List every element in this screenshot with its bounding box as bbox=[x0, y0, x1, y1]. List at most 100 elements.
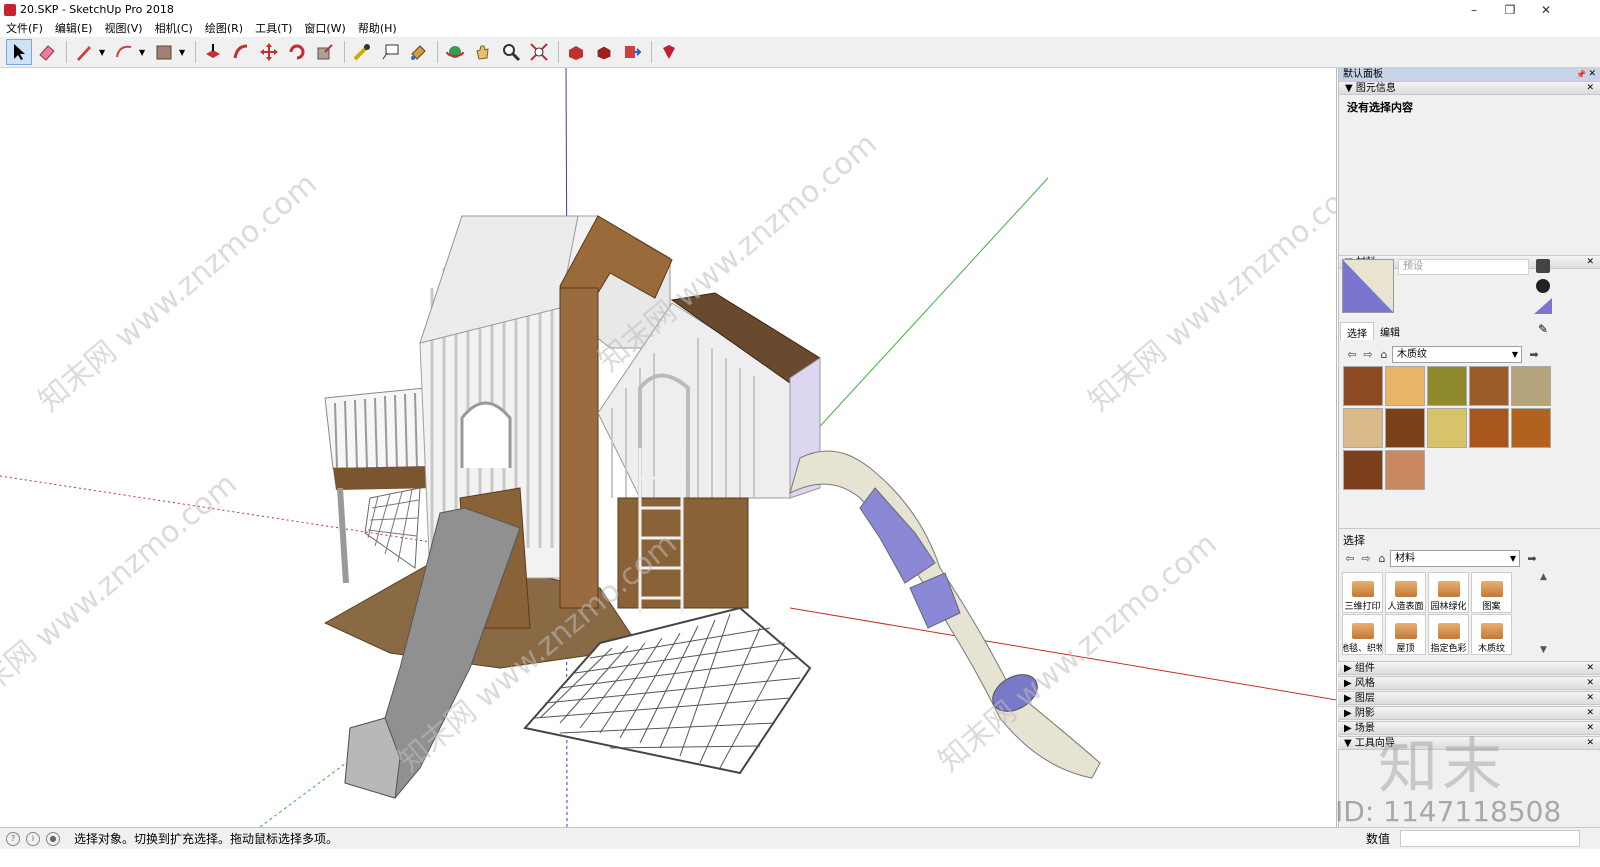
components-title: 组件 bbox=[1354, 663, 1375, 674]
panel-close-icon[interactable]: ✕ bbox=[1586, 737, 1594, 750]
material-folder[interactable]: 图案 bbox=[1471, 572, 1512, 613]
details-arrow-icon[interactable]: ➡ bbox=[1526, 346, 1542, 362]
tab-select[interactable]: 选择 bbox=[1340, 322, 1374, 340]
arc-dropdown-icon[interactable]: ▼ bbox=[139, 48, 147, 57]
panel-close-icon[interactable]: ✕ bbox=[1586, 662, 1594, 675]
model-canvas[interactable] bbox=[0, 68, 1337, 827]
material-folder[interactable]: 屋顶 bbox=[1385, 614, 1426, 655]
material-swatch[interactable] bbox=[1427, 366, 1467, 406]
material-swatch[interactable] bbox=[1343, 366, 1383, 406]
panel-close-icon[interactable]: ✕ bbox=[1586, 692, 1594, 705]
material-swatch[interactable] bbox=[1385, 408, 1425, 448]
panel-close-icon[interactable]: ✕ bbox=[1586, 722, 1594, 735]
menu-help[interactable]: 帮助(H) bbox=[352, 20, 403, 36]
move-tool-button[interactable] bbox=[256, 39, 282, 65]
create-material-icon[interactable] bbox=[1536, 259, 1550, 273]
maximize-button[interactable]: ❐ bbox=[1492, 0, 1528, 19]
geolocation-icon[interactable]: ? bbox=[6, 831, 20, 846]
zoom-extents-tool-button[interactable] bbox=[526, 39, 552, 65]
eyedropper-icon[interactable]: ✎ bbox=[1538, 322, 1548, 336]
paint-tool-button[interactable] bbox=[405, 39, 431, 65]
material-swatch[interactable] bbox=[1385, 450, 1425, 490]
materials-collection-select[interactable]: 木质纹 ▼ bbox=[1392, 345, 1522, 363]
material-swatch[interactable] bbox=[1343, 408, 1383, 448]
ruby-console-button[interactable] bbox=[656, 39, 682, 65]
back-icon[interactable]: ⇦ bbox=[1342, 550, 1358, 566]
line-tool-button[interactable] bbox=[71, 39, 97, 65]
credits-icon[interactable]: i bbox=[26, 831, 40, 846]
user-icon[interactable]: ● bbox=[46, 831, 60, 846]
panel-close-icon[interactable]: ✕ bbox=[1586, 256, 1594, 269]
material-swatch[interactable] bbox=[1343, 450, 1383, 490]
sample-paint-icon[interactable] bbox=[1536, 279, 1550, 293]
menu-view[interactable]: 视图(V) bbox=[98, 20, 148, 36]
pushpull-tool-button[interactable] bbox=[200, 39, 226, 65]
model-viewport[interactable]: 知末网 www.znzmo.com 知末网 www.znzmo.com 知末网 … bbox=[0, 68, 1337, 827]
main-toolbar: ▼ ▼ ▼ bbox=[0, 37, 1600, 68]
send-to-layout-button[interactable] bbox=[619, 39, 645, 65]
scroll-down-icon[interactable]: ▼ bbox=[1540, 645, 1547, 655]
followme-tool-button[interactable] bbox=[228, 39, 254, 65]
tower-wood-panel bbox=[559, 287, 599, 609]
tray-close-icon[interactable]: ✕ bbox=[1588, 68, 1596, 81]
material-swatch[interactable] bbox=[1385, 366, 1425, 406]
scroll-up-icon[interactable]: ▲ bbox=[1540, 572, 1547, 582]
forward-icon[interactable]: ⇨ bbox=[1360, 346, 1376, 362]
select-tool-button[interactable] bbox=[6, 39, 32, 65]
zoom-tool-button[interactable] bbox=[498, 39, 524, 65]
scale-tool-button[interactable] bbox=[312, 39, 338, 65]
menu-tools[interactable]: 工具(T) bbox=[249, 20, 298, 36]
orbit-icon bbox=[446, 46, 464, 58]
material-name-field[interactable]: 预设 bbox=[1398, 259, 1529, 275]
material-folder[interactable]: 木质纹 bbox=[1471, 614, 1512, 655]
forward-icon[interactable]: ⇨ bbox=[1358, 550, 1374, 566]
panel-close-icon[interactable]: ✕ bbox=[1586, 677, 1594, 690]
default-material-icon[interactable] bbox=[1534, 298, 1552, 314]
close-button[interactable]: ✕ bbox=[1528, 0, 1564, 19]
menu-draw[interactable]: 绘图(R) bbox=[199, 20, 249, 36]
minimize-button[interactable]: – bbox=[1456, 0, 1492, 19]
details-arrow-icon[interactable]: ➡ bbox=[1524, 550, 1540, 566]
material-swatch[interactable] bbox=[1427, 408, 1467, 448]
material-folder[interactable]: 地毯、织物 bbox=[1342, 614, 1383, 655]
home-icon[interactable]: ⌂ bbox=[1376, 346, 1392, 362]
menu-camera[interactable]: 相机(C) bbox=[149, 20, 199, 36]
shape-dropdown-icon[interactable]: ▼ bbox=[179, 48, 187, 57]
menu-edit[interactable]: 编辑(E) bbox=[49, 20, 99, 36]
layers-header[interactable]: ▶ 图层 ✕ bbox=[1338, 691, 1600, 705]
tape-tool-button[interactable] bbox=[349, 39, 375, 65]
styles-header[interactable]: ▶ 风格 ✕ bbox=[1338, 676, 1600, 690]
menu-file[interactable]: 文件(F) bbox=[0, 20, 49, 36]
material-swatch[interactable] bbox=[1511, 366, 1551, 406]
toolbar-separator bbox=[195, 41, 196, 63]
text-tool-button[interactable] bbox=[377, 39, 403, 65]
extension-warehouse-button[interactable] bbox=[591, 39, 617, 65]
rotate-tool-button[interactable] bbox=[284, 39, 310, 65]
arc-tool-button[interactable] bbox=[111, 39, 137, 65]
pan-tool-button[interactable] bbox=[470, 39, 496, 65]
secondary-collection-select[interactable]: 材料 ▼ bbox=[1390, 549, 1520, 567]
material-folder[interactable]: 指定色彩 bbox=[1428, 614, 1469, 655]
measurements-input[interactable] bbox=[1400, 830, 1580, 847]
panel-close-icon[interactable]: ✕ bbox=[1586, 82, 1594, 95]
title-bar: 20.SKP - SketchUp Pro 2018 – ❐ ✕ bbox=[0, 0, 1600, 19]
material-swatch[interactable] bbox=[1511, 408, 1551, 448]
material-folder[interactable]: 人造表面 bbox=[1385, 572, 1426, 613]
home-icon[interactable]: ⌂ bbox=[1374, 550, 1390, 566]
panel-close-icon[interactable]: ✕ bbox=[1586, 707, 1594, 720]
warehouse-button[interactable] bbox=[563, 39, 589, 65]
material-swatch[interactable] bbox=[1469, 366, 1509, 406]
pin-icon[interactable]: 📌 bbox=[1576, 68, 1586, 81]
material-folder[interactable]: 三维打印 bbox=[1342, 572, 1383, 613]
material-swatch[interactable] bbox=[1469, 408, 1509, 448]
tab-edit[interactable]: 编辑 bbox=[1374, 322, 1406, 340]
menu-window[interactable]: 窗口(W) bbox=[298, 20, 351, 36]
components-header[interactable]: ▶ 组件 ✕ bbox=[1338, 661, 1600, 675]
eraser-tool-button[interactable] bbox=[34, 39, 60, 65]
line-dropdown-icon[interactable]: ▼ bbox=[99, 48, 107, 57]
rectangle-tool-button[interactable] bbox=[151, 39, 177, 65]
entity-info-header[interactable]: ▼ 图元信息 ✕ bbox=[1339, 81, 1600, 95]
back-icon[interactable]: ⇦ bbox=[1344, 346, 1360, 362]
orbit-tool-button[interactable] bbox=[442, 39, 468, 65]
material-folder[interactable]: 园林绿化 bbox=[1428, 572, 1469, 613]
